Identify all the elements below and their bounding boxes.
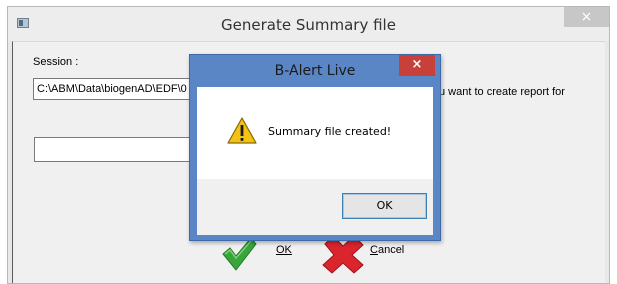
session-label: Session : [33,56,79,68]
modal-message: Summary file created! [268,125,392,138]
report-name-field[interactable] [34,137,202,162]
warning-icon [227,117,257,144]
b-alert-live-dialog: B-Alert Live × Summary file created! OK [189,54,441,241]
cancel-mnemonic: C [370,244,378,256]
modal-message-area: Summary file created! [197,87,433,179]
main-cancel-label: Cancel [370,244,404,256]
modal-body: Summary file created! OK [197,87,433,235]
modal-ok-button[interactable]: OK [342,193,427,219]
report-prompt-text: u want to create report for [439,86,565,98]
main-ok-label: OK [276,244,292,256]
screen: Generate Summary file × Session : C:\ABM… [0,0,617,284]
main-close-button[interactable]: × [564,7,609,27]
cancel-label-rest: ancel [377,244,405,256]
session-path-field[interactable]: C:\ABM\Data\biogenAD\EDF\0 [33,78,203,100]
main-titlebar: Generate Summary file × [8,7,609,41]
main-window-title: Generate Summary file [221,16,396,34]
modal-close-button[interactable]: × [399,55,435,76]
